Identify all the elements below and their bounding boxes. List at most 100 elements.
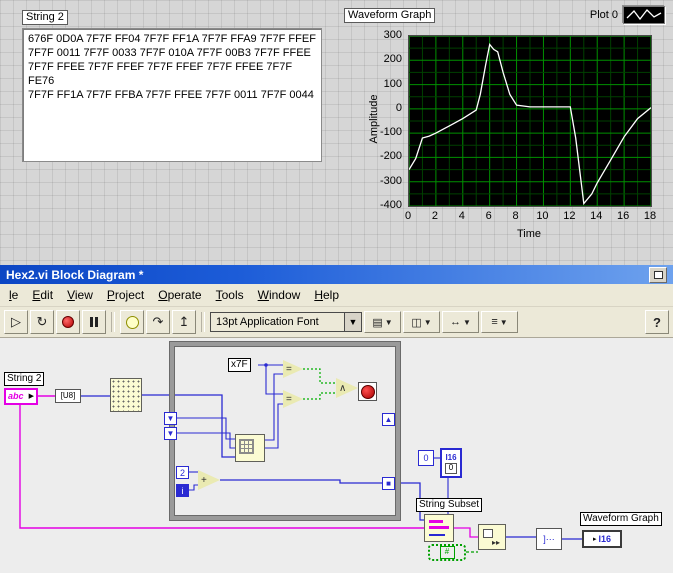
chevron-down-icon: ▼ [384,317,393,327]
error-cluster-constant[interactable]: # [428,544,466,561]
cluster-icon: # [439,546,455,559]
x-tick-label: 8 [512,210,519,222]
loop-condition-terminal[interactable] [358,382,377,401]
pause-button[interactable] [82,310,106,334]
string-subset-node[interactable] [424,514,454,542]
step-over-icon: ↷ [152,314,164,329]
to-i16-array-node[interactable]: ]⋯ [536,528,562,550]
restore-icon [653,270,663,279]
shift-register-left-2[interactable]: ▼ [164,427,177,440]
x-tick-label: 2 [431,210,438,222]
align-objects-dropdown[interactable]: ▤ ▼ [364,311,401,333]
wire-subset-cast[interactable] [454,527,478,538]
array-grid-icon [239,439,254,454]
menu-item-operate[interactable]: Operate [151,285,208,305]
toolbar-separator [111,312,115,332]
step-over-button[interactable]: ↷ [146,310,170,334]
x-tick-label: 12 [563,210,576,222]
equal-icon: = [286,363,292,375]
run-arrow-icon: ▷ [11,314,21,329]
x-tick-label: 18 [643,210,657,222]
hex-line: 7F7F FF1A 7F7F FFBA 7F7F FFEE 7F7F 0011 … [28,89,314,101]
zero-constant[interactable]: 0 [418,450,434,466]
string-subset-label[interactable]: String Subset [416,498,483,512]
i16-conversion-node[interactable]: I16 0 [440,448,462,478]
step-out-button[interactable]: ↥ [172,310,196,334]
chevron-down-icon: ▼ [463,317,471,327]
x-tick-label: 14 [590,210,603,222]
x-tick-label: 0 [404,210,412,222]
menu-item-help[interactable]: Help [307,285,346,305]
y-axis-label: Amplitude [368,94,380,144]
distribute-objects-icon: ◫ [411,316,422,329]
x-axis-label: Time [516,228,542,240]
iteration-terminal[interactable]: i [176,484,189,497]
and-icon: ∧ [339,382,347,394]
resize-objects-icon: ↔ [450,316,462,328]
type-cast-node[interactable]: ▸▸ [478,524,506,550]
y-tick-label: 100 [383,77,402,90]
menu-item-view[interactable]: View [60,285,100,305]
resize-objects-dropdown[interactable]: ↔ ▼ [442,311,479,333]
reorder-icon: ≡ [491,316,498,328]
plot-legend-label: Plot 0 [589,9,618,21]
equal-icon: = [286,393,292,405]
menu-item-window[interactable]: Window [251,285,308,305]
waveform-graph-terminal[interactable]: ▸ I16 [582,530,622,548]
help-button[interactable]: ? [645,310,669,334]
constant-2[interactable]: 2 [176,466,189,479]
y-tick-label: -300 [379,174,402,187]
stop-icon [360,384,375,399]
step-out-icon: ↥ [178,314,190,329]
toolbar: ▷ ↻ ↷ ↥ 13pt Application Font ▼ ▤ ▼ ◫ ▼ ↔ ▼… [0,307,673,338]
toolbar-separator [201,312,205,332]
string-control-value[interactable]: 676F 0D0A 7F7F FF04 7F7F FF1A 7F7F FFA9 … [22,28,322,162]
hex-line: 676F 0D0A 7F7F FF04 7F7F FF1A 7F7F FFA9 … [28,33,316,45]
menu-item-le[interactable]: le [2,285,25,305]
distribute-objects-dropdown[interactable]: ◫ ▼ [403,311,440,333]
run-continuous-icon: ↻ [36,314,48,329]
menu-item-tools[interactable]: Tools [209,285,251,305]
title-bar: Hex2.vi Block Diagram * [0,265,673,284]
waveform-plot-svg [409,36,651,206]
menu-item-edit[interactable]: Edit [25,285,60,305]
x-tick-label: 16 [616,210,630,222]
chevron-down-icon[interactable]: ▼ [344,313,361,331]
hex-line: 7F7F 0011 7F7F 0033 7F7F 010A 7F7F 00B3 … [28,47,311,59]
string-to-byte-array-node[interactable] [110,378,142,412]
align-objects-icon: ▤ [372,316,383,329]
run-button[interactable]: ▷ [4,310,28,334]
waveform-graph-label[interactable]: Waveform Graph [580,512,662,526]
y-tick-label: 200 [383,53,402,66]
string-icon [429,526,449,529]
i16-indicator-type: I16 [598,534,612,544]
block-diagram: ▼ ▼ ▲ ■ String 2 abc ▶ [U8] x7F = = ∧ 2 … [0,338,673,573]
output-arrow-icon: ▶ [28,393,34,400]
u8-array-type-label[interactable]: [U8] [55,389,81,403]
run-continuous-button[interactable]: ↻ [30,310,54,334]
shift-register-left-1[interactable]: ▼ [164,412,177,425]
waveform-plot-area[interactable] [408,35,652,207]
front-panel: String 2 676F 0D0A 7F7F FF04 7F7F FF1A 7… [0,0,673,265]
reorder-dropdown[interactable]: ≡ ▼ [481,311,518,333]
loop-output-tunnel[interactable]: ■ [382,477,395,490]
string-control-label: String 2 [22,10,68,25]
abort-icon [62,316,74,328]
abort-button[interactable] [56,310,80,334]
window-restore-button[interactable] [649,266,667,283]
x7f-constant[interactable]: x7F [228,358,251,372]
string2-label[interactable]: String 2 [4,372,45,386]
lightbulb-icon [125,315,139,329]
highlight-execution-button[interactable] [120,310,144,334]
y-tick-label: -200 [379,150,402,163]
menu-item-project[interactable]: Project [100,285,151,305]
input-arrow-icon: ▸ [592,536,597,543]
font-selector[interactable]: 13pt Application Font ▼ [210,312,362,332]
shift-register-right[interactable]: ▲ [382,413,395,426]
i16-value: 0 [445,462,457,474]
chevron-down-icon: ▼ [423,317,432,327]
index-array-node[interactable] [235,434,265,462]
plot-legend-line-icon[interactable] [623,6,665,24]
string-control-terminal[interactable]: abc ▶ [4,388,38,405]
plot-legend[interactable]: Plot 0 [590,6,665,24]
